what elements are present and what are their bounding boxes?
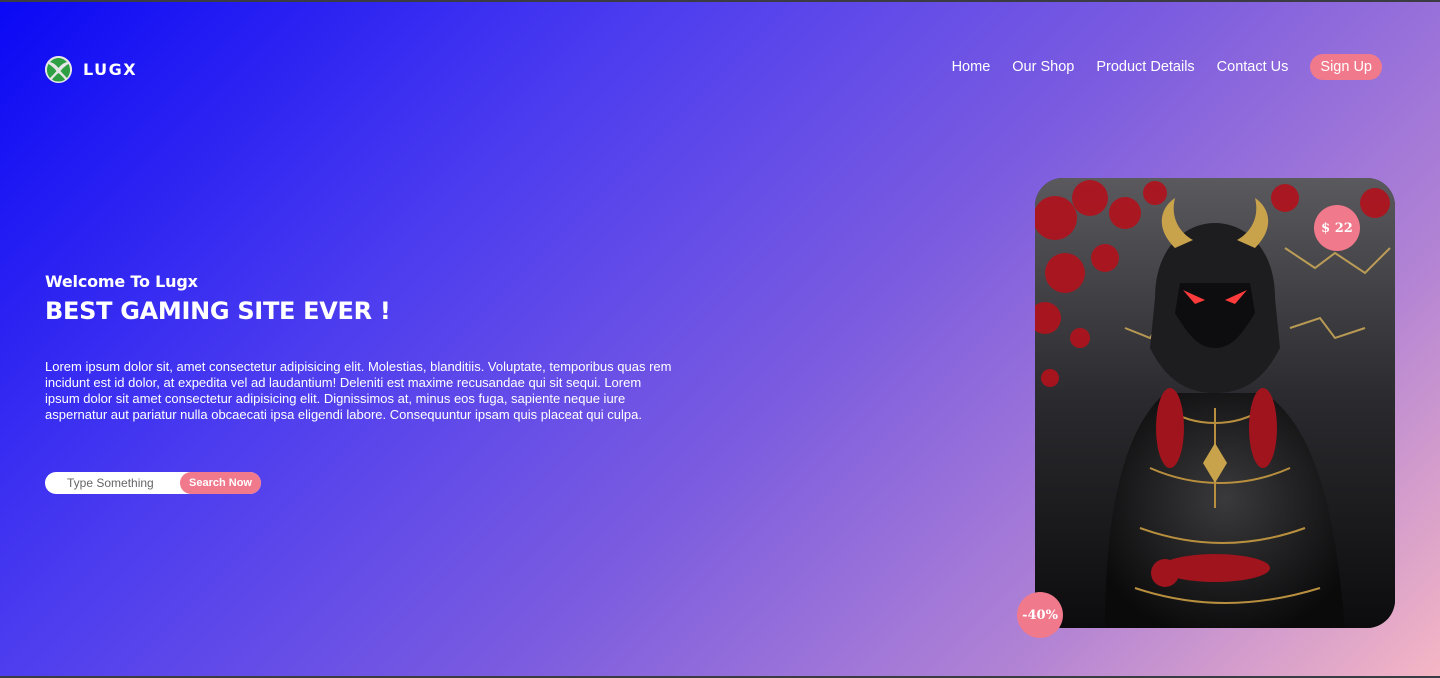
xbox-logo-icon: [45, 56, 72, 83]
nav-our-shop[interactable]: Our Shop: [1012, 59, 1074, 75]
discount-badge: -40%: [1017, 592, 1063, 638]
hero-section: Welcome To Lugx BEST GAMING SITE EVER ! …: [45, 272, 685, 423]
brand-name: LUGX: [83, 60, 138, 79]
nav-product-details[interactable]: Product Details: [1096, 59, 1194, 75]
price-badge: $ 22: [1314, 205, 1360, 251]
hero-headline: BEST GAMING SITE EVER !: [45, 297, 391, 325]
main-nav: Home Our Shop Product Details Contact Us…: [930, 54, 1382, 80]
site-header: LUGX Home Our Shop Product Details Conta…: [45, 54, 1385, 86]
sign-up-button[interactable]: Sign Up: [1310, 54, 1382, 80]
search-input[interactable]: [57, 474, 177, 492]
hero-description: Lorem ipsum dolor sit, amet consectetur …: [45, 359, 672, 422]
search-form: Search Now: [45, 472, 261, 494]
nav-home[interactable]: Home: [952, 59, 991, 75]
welcome-text: Welcome To Lugx: [45, 272, 198, 291]
nav-contact-us[interactable]: Contact Us: [1217, 59, 1289, 75]
top-border: [0, 0, 1440, 2]
search-button[interactable]: Search Now: [180, 472, 261, 494]
logo[interactable]: LUGX: [45, 56, 137, 83]
